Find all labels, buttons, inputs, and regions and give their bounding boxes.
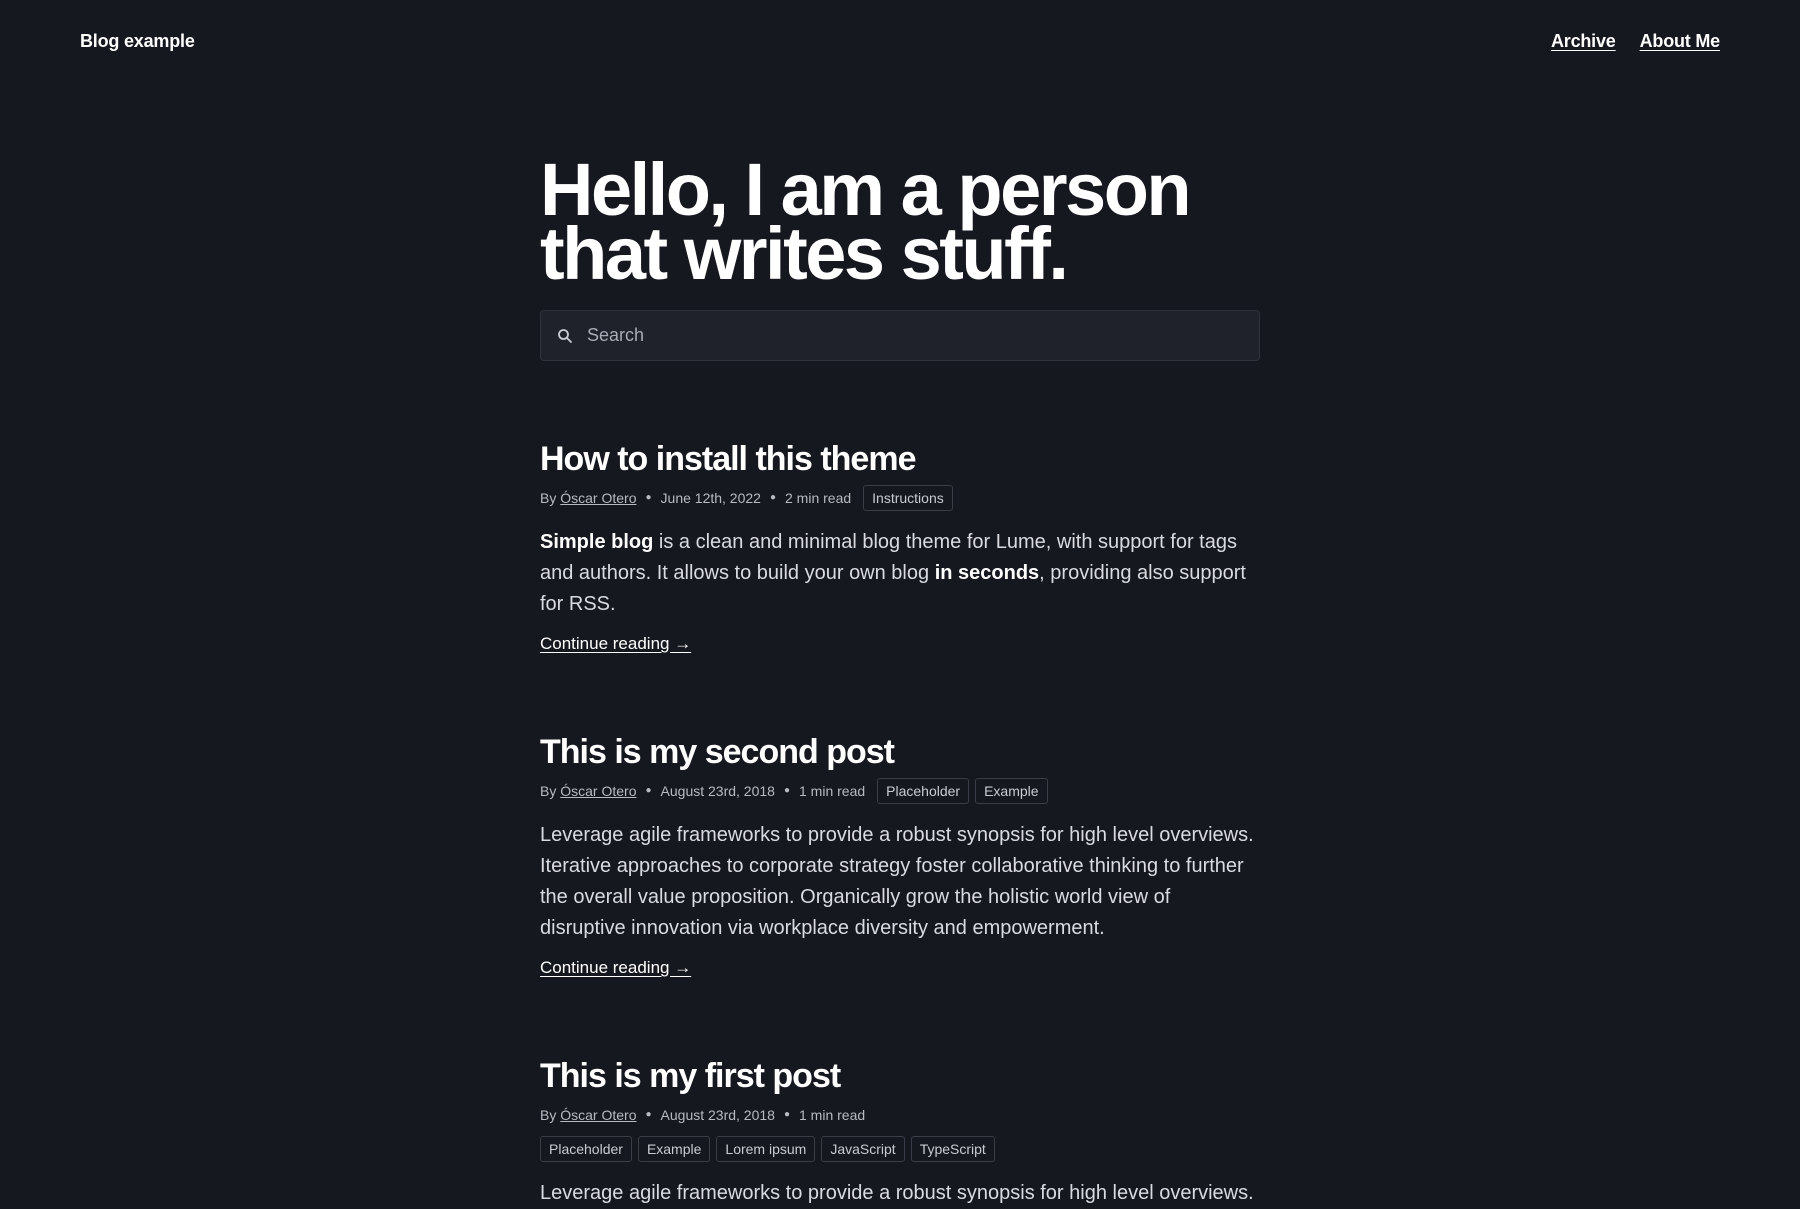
post-excerpt: Leverage agile frameworks to provide a r…	[540, 1182, 1254, 1204]
nav-about-me-link[interactable]: About Me	[1640, 31, 1721, 52]
post-read-time: 1 min read	[799, 783, 866, 799]
post-tags: Placeholder Example	[877, 778, 1048, 804]
meta-separator: ●	[783, 785, 790, 796]
post-title[interactable]: This is my second post	[540, 732, 1260, 772]
meta-separator: ●	[769, 492, 776, 503]
main-nav: Archive About Me	[1551, 31, 1720, 52]
author-link[interactable]: Óscar Otero	[560, 1107, 636, 1123]
post-byline: By Óscar Otero	[540, 1107, 637, 1123]
post-date: August 23rd, 2018	[660, 783, 775, 799]
meta-separator: ●	[645, 785, 652, 796]
post-tags: Placeholder Example Lorem ipsum JavaScri…	[540, 1136, 1260, 1162]
post-title[interactable]: How to install this theme	[540, 439, 1260, 479]
nav-archive-link[interactable]: Archive	[1551, 31, 1616, 52]
post-meta: By Óscar Otero ● August 23rd, 2018 ● 1 m…	[540, 1102, 1260, 1128]
continue-reading-link[interactable]: Continue reading →	[540, 634, 691, 654]
main-content: Hello, I am a person that writes stuff. …	[540, 150, 1260, 1209]
excerpt-bold: Simple blog	[540, 531, 654, 553]
site-brand-link[interactable]: Blog example	[80, 31, 195, 52]
search-input[interactable]	[587, 325, 1227, 346]
hero-heading: Hello, I am a person that writes stuff.	[540, 153, 1260, 295]
tag-link[interactable]: JavaScript	[821, 1136, 905, 1162]
post-meta: By Óscar Otero ● August 23rd, 2018 ● 1 m…	[540, 778, 1260, 804]
tag-link[interactable]: Placeholder	[877, 778, 970, 804]
tag-link[interactable]: TypeScript	[910, 1136, 995, 1162]
post-title[interactable]: This is my first post	[540, 1056, 1260, 1096]
post-date: August 23rd, 2018	[660, 1107, 775, 1123]
meta-separator: ●	[783, 1109, 790, 1120]
author-link[interactable]: Óscar Otero	[560, 490, 636, 506]
meta-separator: ●	[645, 492, 652, 503]
site-header: Blog example Archive About Me	[0, 0, 1800, 90]
post-byline: By Óscar Otero	[540, 490, 637, 506]
post-tags: Instructions	[863, 485, 953, 511]
continue-reading-link[interactable]: Continue reading →	[540, 958, 691, 978]
tag-link[interactable]: Instructions	[863, 485, 953, 511]
post-date: June 12th, 2022	[660, 490, 761, 506]
tag-link[interactable]: Lorem ipsum	[716, 1136, 816, 1162]
post-excerpt: Leverage agile frameworks to provide a r…	[540, 824, 1254, 939]
post-card: This is my second post By Óscar Otero ● …	[540, 732, 1260, 978]
post-card: How to install this theme By Óscar Otero…	[540, 439, 1260, 654]
search-icon	[558, 328, 572, 343]
post-read-time: 2 min read	[785, 490, 852, 506]
author-link[interactable]: Óscar Otero	[560, 783, 636, 799]
search-box[interactable]	[540, 310, 1260, 361]
hero-line-2: that writes stuff.	[540, 212, 1069, 295]
post-meta: By Óscar Otero ● June 12th, 2022 ● 2 min…	[540, 485, 1260, 511]
meta-separator: ●	[645, 1109, 652, 1120]
post-read-time: 1 min read	[799, 1107, 866, 1123]
tag-link[interactable]: Placeholder	[540, 1136, 632, 1162]
tag-link[interactable]: Example	[637, 1136, 711, 1162]
post-byline: By Óscar Otero	[540, 783, 637, 799]
post-excerpt: Simple blog is a clean and minimal blog …	[540, 527, 1260, 620]
tag-link[interactable]: Example	[975, 778, 1048, 804]
post-card: This is my first post By Óscar Otero ● A…	[540, 1056, 1260, 1209]
excerpt-bold: in seconds	[934, 562, 1040, 584]
